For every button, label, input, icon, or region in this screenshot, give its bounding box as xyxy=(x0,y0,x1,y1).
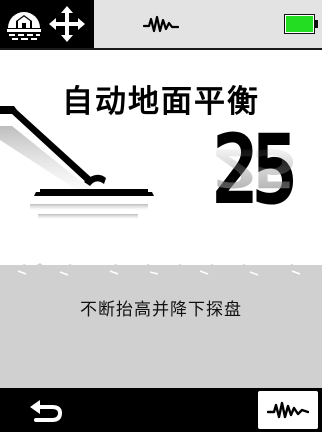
mode-indicator xyxy=(0,0,94,48)
signal-tone-button[interactable] xyxy=(258,391,318,429)
pinpoint-icon xyxy=(47,4,87,48)
soil-edge xyxy=(0,263,322,278)
ground-balance-icon xyxy=(4,4,44,48)
signal-wave-icon xyxy=(142,14,180,38)
screen: 自动地面平衡 25 25 不断抬高并降下探盘 xyxy=(0,0,322,432)
back-arrow-icon xyxy=(24,400,68,430)
ground-balance-screen: 自动地面平衡 25 25 不断抬高并降下探盘 xyxy=(0,50,322,388)
battery-icon xyxy=(284,14,318,38)
signal-wave-icon xyxy=(267,401,309,419)
ground-soil xyxy=(0,265,322,388)
back-button[interactable] xyxy=(24,394,68,426)
ground-balance-value-reflection: 25 xyxy=(206,137,296,199)
status-bar xyxy=(0,0,322,50)
bottom-bar xyxy=(0,388,322,432)
instruction-text: 不断抬高并降下探盘 xyxy=(80,300,242,320)
